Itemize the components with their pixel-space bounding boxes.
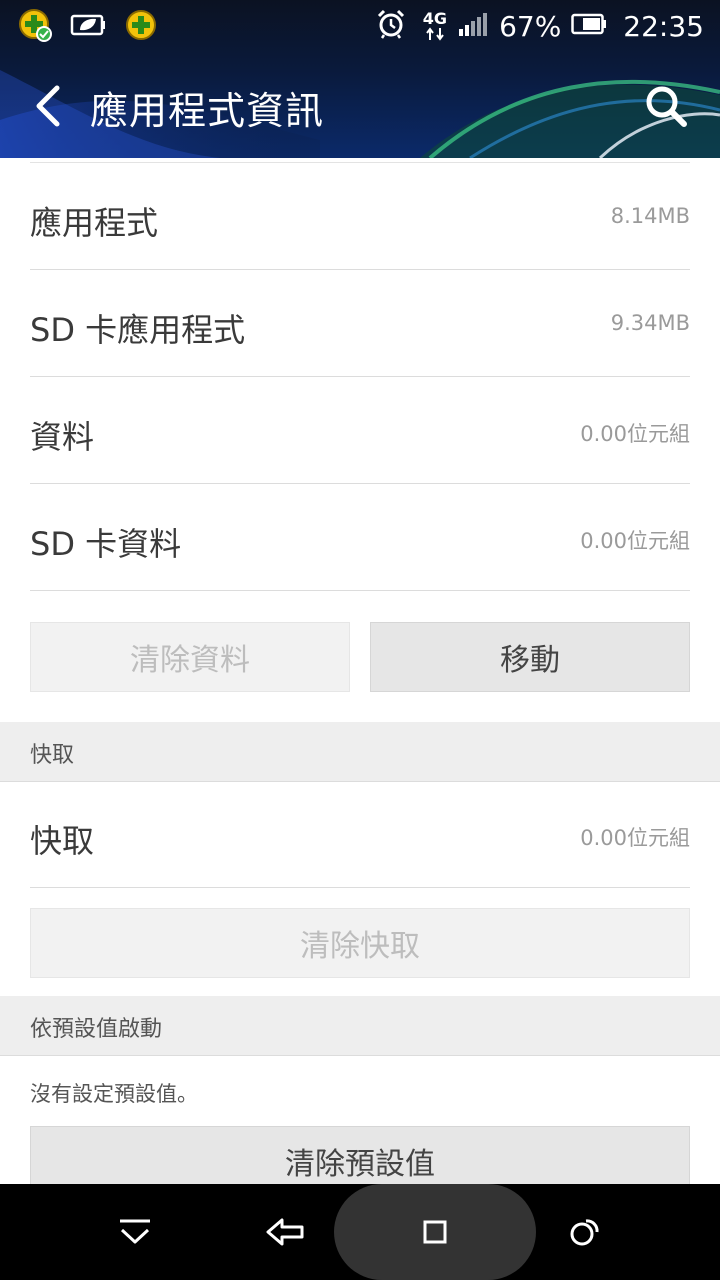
divider (30, 162, 690, 163)
square-icon (423, 1220, 447, 1244)
storage-row-sd-data: SD 卡資料 0.00位元組 (30, 485, 690, 591)
chevron-down-bar-icon (120, 1219, 150, 1244)
row-value: 0.00位元組 (580, 422, 690, 446)
network-type-indicator: 4G (423, 11, 447, 41)
row-value: 9.34MB (610, 311, 690, 335)
defaults-section-header: 依預設值啟動 (0, 996, 720, 1056)
row-label: SD 卡應用程式 (30, 311, 246, 349)
storage-row-app: 應用程式 8.14MB (30, 164, 690, 270)
storage-row-sd-app: SD 卡應用程式 9.34MB (30, 271, 690, 377)
row-label: 快取 (30, 822, 95, 860)
search-icon (646, 86, 687, 127)
row-value: 0.00位元組 (580, 826, 690, 850)
data-arrows-icon (426, 27, 444, 41)
alarm-clock-icon (375, 8, 407, 44)
clear-data-button[interactable]: 清除資料 (30, 622, 350, 692)
home-nav-button[interactable] (400, 1184, 470, 1280)
move-button[interactable]: 移動 (370, 622, 690, 692)
hide-nav-button[interactable] (100, 1184, 170, 1280)
no-defaults-text: 沒有設定預設值。 (30, 1082, 198, 1106)
back-arrow-icon (266, 1218, 304, 1246)
cache-row: 快取 0.00位元組 (30, 782, 690, 888)
recents-nav-button[interactable] (550, 1184, 620, 1280)
system-nav-bar (0, 1184, 720, 1280)
row-label: 應用程式 (30, 204, 159, 242)
status-clock: 22:35 (623, 9, 704, 43)
app-plus-badge-icon (18, 8, 52, 46)
section-title: 依預設值啟動 (30, 1017, 163, 1042)
row-value: 0.00位元組 (580, 529, 690, 553)
clear-cache-button[interactable]: 清除快取 (30, 908, 690, 978)
battery-percent: 67% (499, 9, 562, 43)
app-header: 4G 67% 22:35 應用程式資訊 (0, 0, 720, 158)
storage-row-data: 資料 0.00位元組 (30, 378, 690, 484)
recents-icon (570, 1219, 599, 1246)
search-button[interactable] (638, 78, 694, 134)
battery-saver-leaf-icon (70, 10, 106, 44)
row-label: SD 卡資料 (30, 525, 182, 563)
cache-section-header: 快取 (0, 722, 720, 782)
row-value: 8.14MB (610, 204, 690, 228)
app-info-content[interactable]: 應用程式 8.14MB SD 卡應用程式 9.34MB 資料 0.00位元組 S… (0, 158, 720, 1196)
back-button[interactable] (24, 78, 72, 134)
title-bar: 應用程式資訊 (0, 62, 720, 148)
app-plus-icon (124, 8, 158, 46)
battery-icon (571, 13, 607, 39)
page-title: 應用程式資訊 (90, 89, 325, 133)
signal-strength-icon (457, 10, 489, 42)
back-nav-button[interactable] (250, 1184, 320, 1280)
section-title: 快取 (30, 743, 75, 768)
chevron-left-icon (36, 85, 60, 127)
row-label: 資料 (30, 418, 95, 456)
status-bar: 4G 67% 22:35 (0, 0, 720, 50)
